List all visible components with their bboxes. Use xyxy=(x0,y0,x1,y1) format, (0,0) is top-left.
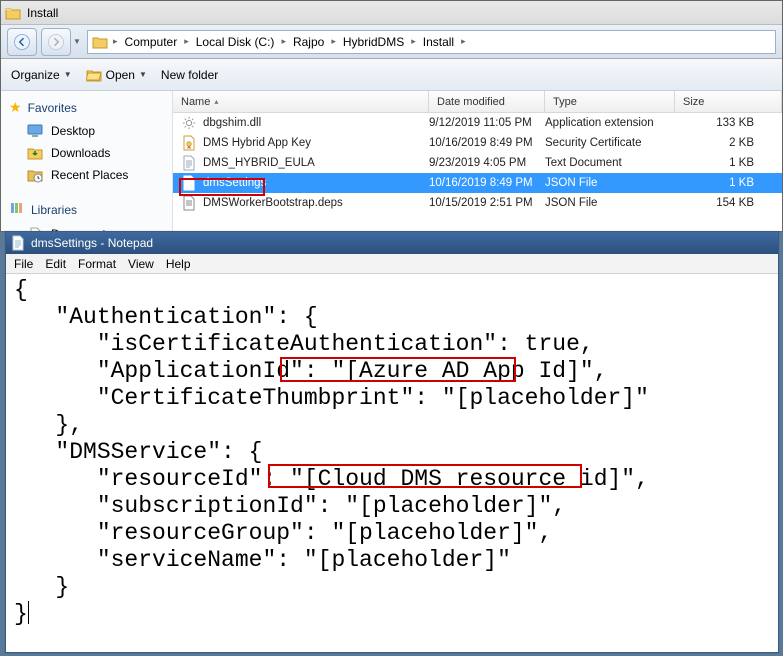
sidebar-item-downloads[interactable]: Downloads xyxy=(9,142,164,164)
file-icon xyxy=(181,115,197,131)
explorer-toolbar: Organize▼ Open▼ New folder xyxy=(1,59,782,91)
recent-places-icon xyxy=(27,167,43,183)
column-headers[interactable]: Name▴ Date modified Type Size xyxy=(173,91,782,113)
menu-format[interactable]: Format xyxy=(78,257,116,271)
desktop-icon xyxy=(27,123,43,139)
notepad-menubar: File Edit Format View Help xyxy=(6,254,778,274)
breadcrumb[interactable]: ▸ Computer▸ Local Disk (C:)▸ Rajpo▸ Hybr… xyxy=(87,30,776,54)
history-dropdown[interactable]: ▼ xyxy=(73,37,83,46)
file-size: 133 KB xyxy=(675,117,782,129)
col-type[interactable]: Type xyxy=(545,91,675,112)
folder-icon xyxy=(5,6,21,20)
menu-edit[interactable]: Edit xyxy=(45,257,66,271)
path-seg[interactable]: Rajpo xyxy=(291,35,326,49)
col-name[interactable]: Name▴ xyxy=(173,91,429,112)
menu-view[interactable]: View xyxy=(128,257,154,271)
sidebar-item-documents[interactable]: Documents xyxy=(9,223,164,231)
file-type: JSON File xyxy=(545,197,675,209)
col-size[interactable]: Size xyxy=(675,91,782,112)
path-seg[interactable]: HybridDMS xyxy=(341,35,406,49)
path-bar: ▼ ▸ Computer▸ Local Disk (C:)▸ Rajpo▸ Hy… xyxy=(1,25,782,59)
notepad-text-area[interactable]: { "Authentication": { "isCertificateAuth… xyxy=(6,274,778,652)
menu-file[interactable]: File xyxy=(14,257,33,271)
sidebar-item-desktop[interactable]: Desktop xyxy=(9,120,164,142)
menu-help[interactable]: Help xyxy=(166,257,191,271)
highlight-file xyxy=(179,178,265,196)
notepad-icon xyxy=(11,235,25,251)
folder-icon xyxy=(92,35,108,49)
explorer-window: Install ▼ ▸ Computer▸ Local Disk (C:)▸ R… xyxy=(0,0,783,232)
nav-pane: ★ Favorites Desktop Downloads Recent Pl xyxy=(1,91,173,231)
path-seg[interactable]: Local Disk (C:) xyxy=(194,35,277,49)
open-button[interactable]: Open▼ xyxy=(86,68,147,82)
window-title: Install xyxy=(27,6,58,20)
downloads-icon xyxy=(27,145,43,161)
notepad-window: dmsSettings - Notepad File Edit Format V… xyxy=(5,231,779,653)
file-size: 1 KB xyxy=(675,177,782,189)
file-type: Text Document xyxy=(545,157,675,169)
file-type: Application extension xyxy=(545,117,675,129)
table-row[interactable]: DMSWorkerBootstrap.deps 10/15/2019 2:51 P… xyxy=(173,193,782,213)
file-date: 9/12/2019 11:05 PM xyxy=(429,117,545,129)
star-icon: ★ xyxy=(9,99,22,116)
explorer-titlebar: Install xyxy=(1,1,782,25)
path-seg[interactable]: Computer xyxy=(123,35,180,49)
col-date[interactable]: Date modified xyxy=(429,91,545,112)
library-icon xyxy=(9,200,25,219)
file-name: DMS Hybrid App Key xyxy=(203,137,311,149)
file-name: DMS_HYBRID_EULA xyxy=(203,157,315,169)
favorites-header[interactable]: ★ Favorites xyxy=(9,99,164,116)
highlight-appid xyxy=(280,357,516,382)
path-seg[interactable]: Install xyxy=(421,35,456,49)
file-icon xyxy=(181,155,197,171)
libraries-header[interactable]: Libraries xyxy=(9,200,164,219)
forward-button[interactable] xyxy=(41,28,71,56)
file-date: 9/23/2019 4:05 PM xyxy=(429,157,545,169)
table-row[interactable]: dbgshim.dll 9/12/2019 11:05 PMApplication… xyxy=(173,113,782,133)
file-name: dbgshim.dll xyxy=(203,117,261,129)
highlight-resourceid xyxy=(268,464,582,488)
file-type: JSON File xyxy=(545,177,675,189)
table-row[interactable]: DMS Hybrid App Key 10/16/2019 8:49 PMSecu… xyxy=(173,133,782,153)
file-list: Name▴ Date modified Type Size dbgshim.dl… xyxy=(173,91,782,231)
notepad-titlebar: dmsSettings - Notepad xyxy=(6,232,778,254)
file-type: Security Certificate xyxy=(545,137,675,149)
back-button[interactable] xyxy=(7,28,37,56)
sidebar-item-recent-places[interactable]: Recent Places xyxy=(9,164,164,186)
text-caret xyxy=(28,601,29,624)
table-row[interactable]: DMS_HYBRID_EULA 9/23/2019 4:05 PMText Doc… xyxy=(173,153,782,173)
file-size: 154 KB xyxy=(675,197,782,209)
file-size: 2 KB xyxy=(675,137,782,149)
file-date: 10/15/2019 2:51 PM xyxy=(429,197,545,209)
notepad-title-text: dmsSettings - Notepad xyxy=(31,236,153,250)
new-folder-button[interactable]: New folder xyxy=(161,68,218,82)
organize-button[interactable]: Organize▼ xyxy=(11,68,72,82)
open-icon xyxy=(86,68,102,82)
file-icon xyxy=(181,135,197,151)
file-name: DMSWorkerBootstrap.deps xyxy=(203,197,343,209)
file-size: 1 KB xyxy=(675,157,782,169)
file-date: 10/16/2019 8:49 PM xyxy=(429,177,545,189)
file-icon xyxy=(181,195,197,211)
file-date: 10/16/2019 8:49 PM xyxy=(429,137,545,149)
